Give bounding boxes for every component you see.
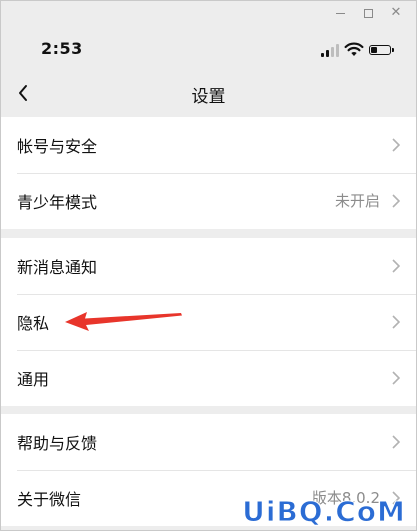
minimize-icon[interactable]: [332, 5, 348, 21]
settings-item-teen-mode[interactable]: 青少年模式 未开启: [1, 173, 416, 229]
watermark-logo: UiBQ.CoM: [242, 495, 406, 529]
settings-item-notifications[interactable]: 新消息通知: [1, 238, 416, 294]
wifi-icon: [344, 42, 364, 56]
cellular-signal-icon: [321, 44, 339, 57]
chevron-right-icon: [392, 371, 400, 385]
settings-item-label: 隐私: [17, 314, 50, 333]
settings-group-account: 帐号与安全 青少年模式 未开启: [1, 117, 416, 229]
settings-item-label: 帐号与安全: [17, 137, 98, 156]
chevron-right-icon: [392, 315, 400, 329]
settings-item-label: 关于微信: [17, 490, 82, 509]
close-icon[interactable]: ✕: [388, 5, 404, 21]
maximize-icon[interactable]: [360, 5, 376, 21]
chevron-right-icon: [392, 138, 400, 152]
settings-item-general[interactable]: 通用: [1, 350, 416, 406]
app-window: ✕ 2:53 设置 帐号与安全 青少年模式 未开启 新消息通知 隐私 通用 帮助…: [0, 0, 417, 531]
navigation-bar: 设置: [1, 69, 416, 117]
settings-item-account-security[interactable]: 帐号与安全: [1, 117, 416, 173]
settings-item-value: 未开启: [334, 192, 380, 210]
annotation-arrow-icon: [65, 312, 182, 331]
chevron-right-icon: [392, 194, 400, 208]
status-time: 2:53: [41, 39, 83, 58]
settings-item-label: 新消息通知: [17, 258, 98, 277]
settings-item-help-feedback[interactable]: 帮助与反馈: [1, 414, 416, 470]
status-bar: 2:53: [1, 31, 416, 67]
settings-item-label: 通用: [17, 370, 50, 389]
battery-icon: [369, 45, 394, 55]
chevron-right-icon: [392, 435, 400, 449]
battery-level: [371, 47, 377, 53]
svg-text:UiBQ.CoM: UiBQ.CoM: [242, 495, 406, 528]
settings-item-label: 青少年模式: [17, 193, 98, 212]
page-title: 设置: [191, 87, 226, 107]
settings-item-label: 帮助与反馈: [17, 434, 98, 453]
window-title-bar: ✕: [1, 1, 416, 25]
chevron-right-icon: [392, 259, 400, 273]
